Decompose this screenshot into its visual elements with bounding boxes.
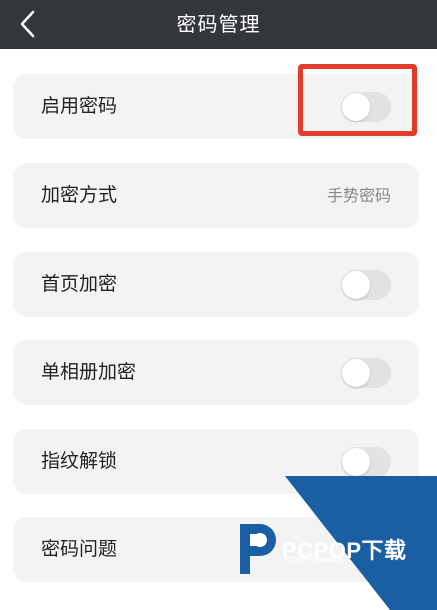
fingerprint-unlock-toggle[interactable] <box>341 447 391 477</box>
setting-row-fingerprint-unlock: 指纹解锁 <box>13 429 419 494</box>
toggle-knob <box>342 93 370 121</box>
navigation-bar: 密码管理 <box>0 0 437 49</box>
home-encryption-toggle[interactable] <box>341 270 391 300</box>
setting-row-enable-password: 启用密码 <box>13 74 419 139</box>
encryption-method-value: 手势密码 <box>326 186 391 205</box>
setting-label-encryption-method: 加密方式 <box>41 184 118 206</box>
setting-label-fingerprint-unlock: 指纹解锁 <box>41 450 118 472</box>
setting-label-home-encryption: 首页加密 <box>41 273 118 295</box>
single-album-encryption-toggle[interactable] <box>341 358 391 388</box>
setting-label-single-album-encryption: 单相册加密 <box>41 361 137 383</box>
toggle-knob <box>342 359 370 387</box>
setting-label-enable-password: 启用密码 <box>41 95 118 117</box>
page-title: 密码管理 <box>176 12 261 36</box>
toggle-knob <box>342 448 370 476</box>
enable-password-toggle[interactable] <box>341 92 391 122</box>
setting-row-home-encryption: 首页加密 <box>13 252 419 317</box>
watermark-subtext: PCPOP Download <box>284 557 342 564</box>
toggle-knob <box>342 271 370 299</box>
setting-row-encryption-method[interactable]: 加密方式 手势密码 <box>13 163 419 228</box>
setting-label-password-question: 密码问题 <box>41 538 118 560</box>
setting-row-single-album-encryption: 单相册加密 <box>13 340 419 405</box>
